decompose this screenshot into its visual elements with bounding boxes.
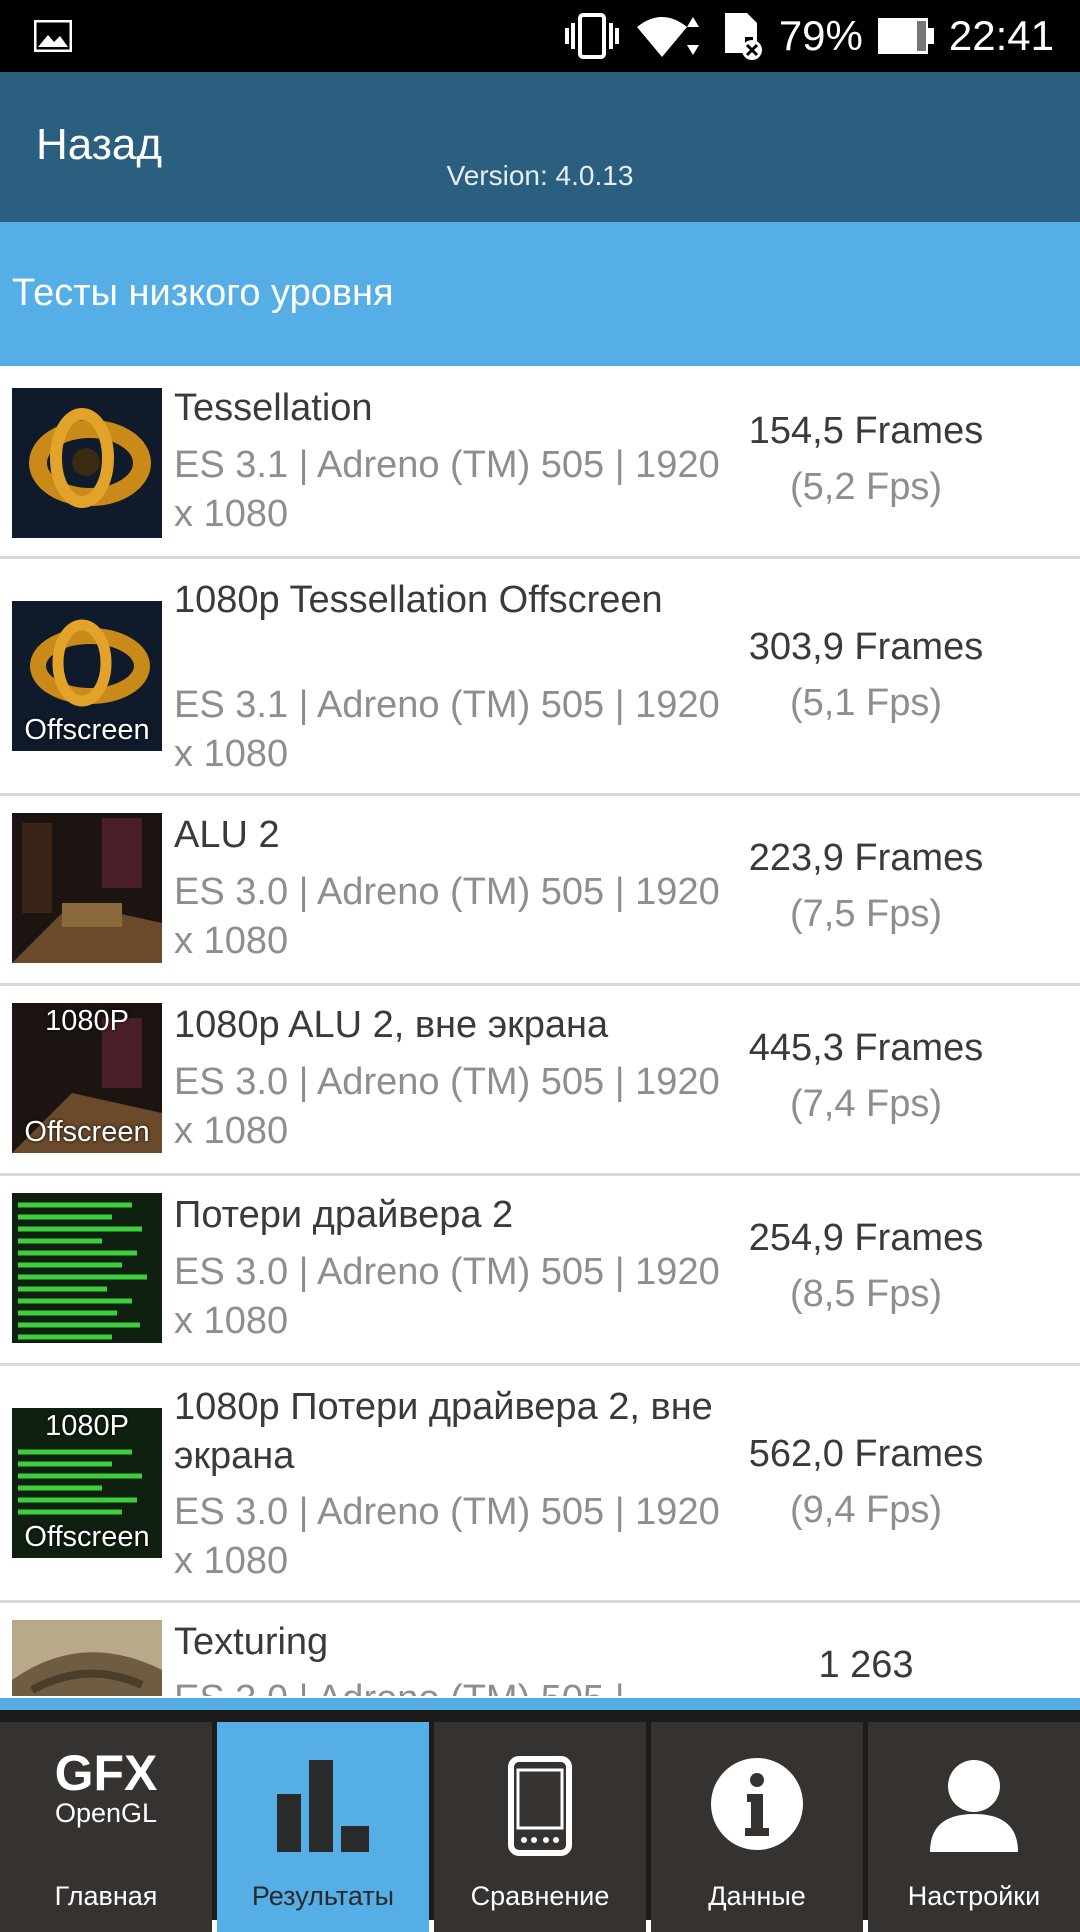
nav-results[interactable]: Результаты [217, 1722, 429, 1932]
result-title: Tessellation [174, 387, 373, 429]
tessellation-offscreen-thumbnail: Offscreen [12, 601, 162, 751]
result-frames: 1 263 [818, 1644, 914, 1686]
wifi-icon [636, 17, 699, 57]
result-subtitle: ES 3.0 | Adreno (TM) 505 | 1920 x 1080 [174, 1061, 720, 1152]
result-title: ALU 2 [174, 814, 280, 856]
result-frames: 562,0 Frames [748, 1433, 984, 1475]
sd-card-icon [724, 13, 762, 60]
nav-label: Данные [708, 1881, 806, 1911]
alu-thumbnail [12, 813, 162, 963]
nav-label: Сравнение [470, 1881, 610, 1911]
user-icon [930, 1760, 1018, 1852]
result-fps: (7,4 Fps) [789, 1083, 943, 1125]
result-subtitle: ES 3.0 | Adreno (TM) 505 | [174, 1675, 734, 1696]
result-fps: (5,2 Fps) [789, 466, 943, 508]
result-title: Texturing [174, 1621, 329, 1663]
result-fps: (5,1 Fps) [789, 682, 943, 724]
phone-icon [508, 1756, 572, 1856]
nav-compare[interactable]: Сравнение [434, 1722, 646, 1932]
result-title: 1080p ALU 2, вне экрана [174, 1004, 609, 1046]
1080p-badge: 1080P [45, 1410, 129, 1442]
bottom-navigation: GFX OpenGL Главная Результаты Сравнение … [0, 1698, 1080, 1932]
result-row[interactable]: 1080P Offscreen 1080p Потери драйвера 2,… [0, 1363, 1080, 1603]
result-subtitle: ES 3.1 | Adreno (TM) 505 | 1920 x 1080 [174, 444, 720, 535]
result-row[interactable]: ALU 2 ES 3.0 | Adreno (TM) 505 | 1920 x … [0, 793, 1080, 986]
result-row[interactable]: Offscreen 1080p Tessellation Offscreen E… [0, 556, 1080, 796]
nav-label: Результаты [251, 1881, 395, 1911]
info-icon [711, 1758, 803, 1850]
1080p-badge: 1080P [45, 1005, 129, 1037]
image-icon [34, 20, 72, 52]
result-title: Потери драйвера 2 [174, 1194, 514, 1236]
result-title: 1080p Потери драйвера 2, вне экрана [174, 1386, 713, 1477]
result-title: 1080p Tessellation Offscreen [174, 579, 663, 621]
result-frames: 223,9 Frames [748, 837, 984, 879]
result-subtitle: ES 3.1 | Adreno (TM) 505 | 1920 x 1080 [174, 684, 720, 775]
section-title: Тесты низкого уровня [12, 272, 394, 314]
app-header: Назад Version: 4.0.13 [0, 72, 1080, 222]
offscreen-badge: Offscreen [24, 1116, 150, 1148]
result-row[interactable]: Texturing ES 3.0 | Adreno (TM) 505 | 1 2… [0, 1600, 1080, 1696]
offscreen-badge: Offscreen [24, 1521, 150, 1553]
battery-icon [877, 18, 934, 54]
results-list: Tessellation ES 3.1 | Adreno (TM) 505 | … [0, 366, 1080, 1696]
result-frames: 254,9 Frames [748, 1217, 984, 1259]
nav-label: Настройки [907, 1881, 1041, 1911]
result-row[interactable]: Потери драйвера 2 ES 3.0 | Adreno (TM) 5… [0, 1173, 1080, 1366]
result-frames: 445,3 Frames [748, 1027, 984, 1069]
nav-label: Главная [54, 1881, 158, 1911]
nav-home[interactable]: GFX OpenGL Главная [0, 1722, 212, 1932]
gfx-logo-icon: GFX OpenGL [54, 1745, 158, 1828]
offscreen-badge: Offscreen [24, 714, 150, 746]
result-fps: (9,4 Fps) [789, 1489, 943, 1531]
result-subtitle: ES 3.0 | Adreno (TM) 505 | 1920 x 1080 [174, 1491, 720, 1582]
status-bar: 79% 22:41 [0, 0, 1080, 72]
alu-offscreen-thumbnail: 1080P Offscreen [12, 1003, 162, 1153]
tessellation-thumbnail [12, 388, 162, 538]
nav-settings[interactable]: Настройки [868, 1722, 1080, 1932]
texturing-thumbnail [12, 1620, 162, 1696]
vibrate-icon [564, 13, 619, 59]
battery-percent: 79% [778, 12, 863, 59]
result-row[interactable]: 1080P Offscreen 1080p ALU 2, вне экрана … [0, 983, 1080, 1176]
result-row[interactable]: Tessellation ES 3.1 | Adreno (TM) 505 | … [0, 366, 1080, 559]
driver-overhead-thumbnail [12, 1193, 162, 1343]
nav-info[interactable]: Данные [651, 1722, 863, 1932]
version-label: Version: 4.0.13 [446, 160, 634, 191]
section-header: Тесты низкого уровня [0, 222, 1080, 366]
driver-overhead-offscreen-thumbnail: 1080P Offscreen [12, 1408, 162, 1558]
result-fps: (8,5 Fps) [789, 1273, 943, 1315]
clock: 22:41 [948, 12, 1054, 59]
result-frames: 303,9 Frames [748, 626, 984, 668]
result-subtitle: ES 3.0 | Adreno (TM) 505 | 1920 x 1080 [174, 871, 720, 962]
result-frames: 154,5 Frames [748, 410, 984, 452]
result-subtitle: ES 3.0 | Adreno (TM) 505 | 1920 x 1080 [174, 1251, 720, 1342]
bar-chart-icon [277, 1760, 369, 1852]
result-fps: (7,5 Fps) [789, 893, 943, 935]
